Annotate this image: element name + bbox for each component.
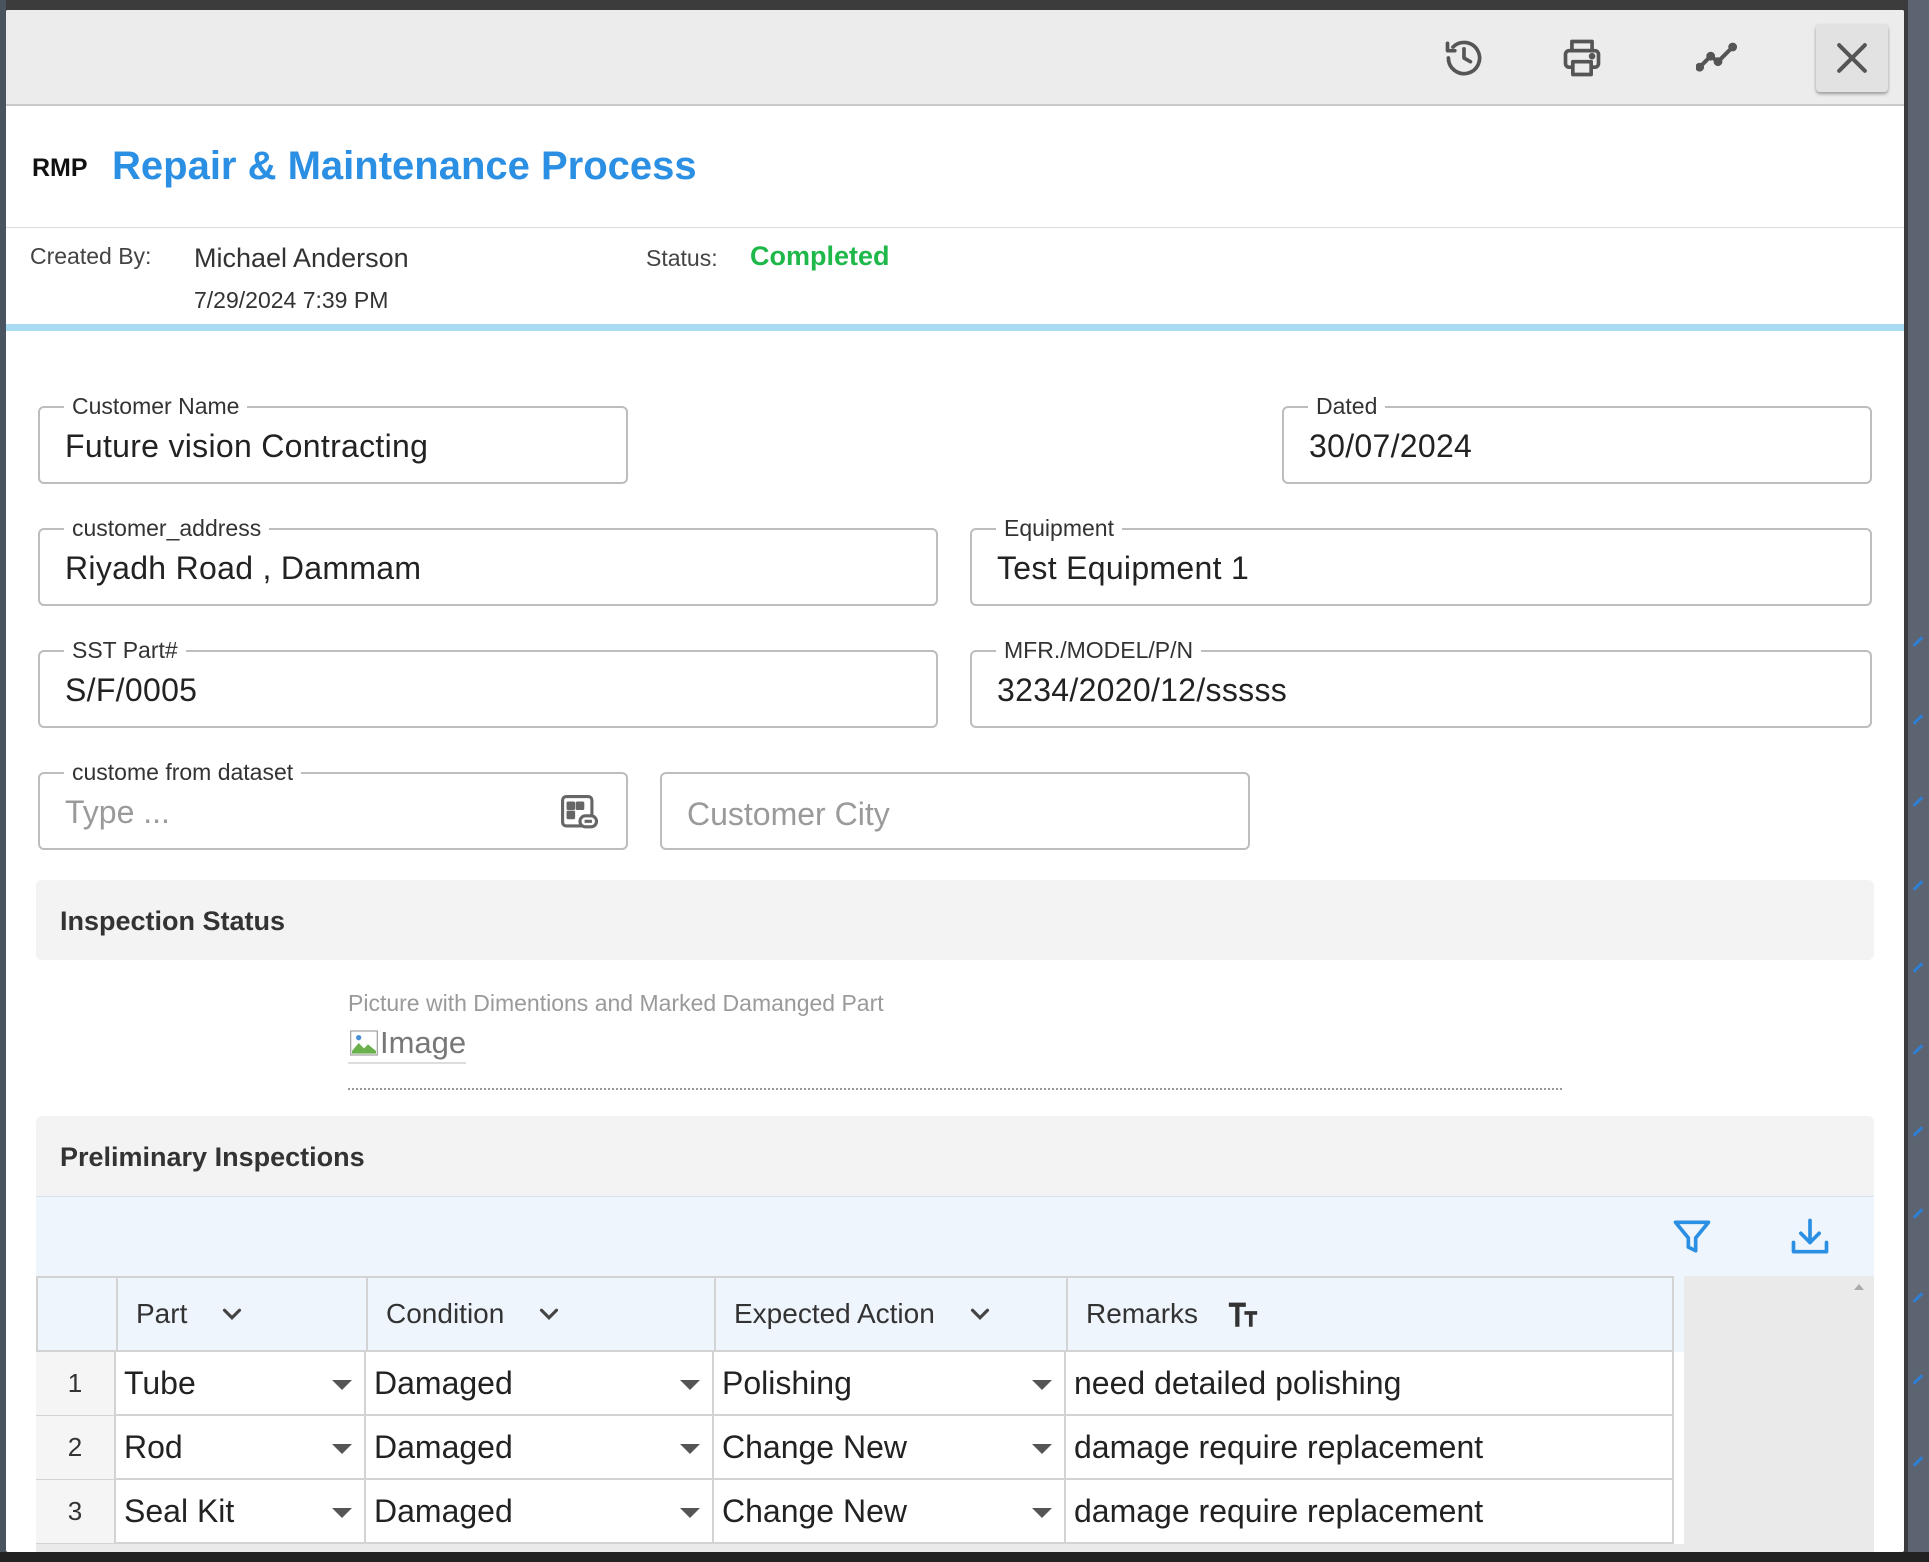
filter-icon[interactable] — [1670, 1215, 1714, 1259]
dated-field[interactable]: Dated 30/07/2024 — [1282, 393, 1872, 484]
chevron-down-icon[interactable] — [217, 1299, 247, 1329]
cell-part[interactable]: Seal Kit — [116, 1480, 366, 1544]
broken-image-icon — [350, 1030, 378, 1056]
trend-button[interactable] — [1682, 24, 1754, 92]
cell-remarks[interactable]: damage require replacement — [1066, 1480, 1674, 1544]
row-number-header — [36, 1276, 116, 1352]
custome-dataset-field[interactable]: custome from dataset Type ... — [38, 759, 628, 850]
chevron-down-icon[interactable] — [965, 1299, 995, 1329]
caret-down-icon[interactable] — [680, 1380, 700, 1390]
caret-down-icon[interactable] — [680, 1508, 700, 1518]
text-size-icon[interactable] — [1226, 1297, 1260, 1331]
row-number: 2 — [36, 1416, 116, 1480]
sst-part-label: SST Part# — [64, 637, 186, 664]
status-label: Status: — [646, 245, 718, 271]
close-icon — [1837, 43, 1867, 73]
sst-part-field[interactable]: SST Part# S/F/0005 — [38, 637, 938, 728]
history-button[interactable] — [1428, 24, 1500, 92]
created-by-name: Michael Anderson — [194, 243, 409, 273]
grid-header-row: Part Condition Expected Action Remarks — [36, 1276, 1684, 1352]
customer-name-value: Future vision Contracting — [65, 428, 429, 464]
grid-toolbar — [36, 1196, 1874, 1276]
sst-part-value: S/F/0005 — [65, 672, 198, 708]
table-row[interactable]: 3 Seal Kit Damaged Change New damage req… — [36, 1480, 1684, 1544]
cell-remarks[interactable]: need detailed polishing — [1066, 1352, 1674, 1416]
caret-down-icon[interactable] — [1032, 1444, 1052, 1454]
trend-icon — [1696, 42, 1738, 72]
picture-field[interactable]: Picture with Dimentions and Marked Daman… — [348, 990, 1562, 1090]
preliminary-inspections-title: Preliminary Inspections — [60, 1142, 365, 1172]
dataset-link-icon[interactable] — [558, 792, 602, 836]
history-icon — [1445, 40, 1482, 76]
title-row: RMP Repair & Maintenance Process — [6, 106, 1904, 228]
print-button[interactable] — [1546, 24, 1618, 92]
customer-address-value: Riyadh Road , Dammam — [65, 550, 422, 586]
rmp-dialog: RMP Repair & Maintenance Process Created… — [6, 10, 1904, 1552]
mfr-model-field[interactable]: MFR./MODEL/P/N 3234/2020/12/sssss — [970, 637, 1872, 728]
backdrop-right — [1908, 0, 1929, 1562]
caret-down-icon[interactable] — [332, 1444, 352, 1454]
customer-city-field[interactable]: Customer City — [660, 772, 1250, 850]
mfr-model-label: MFR./MODEL/P/N — [996, 637, 1202, 664]
print-icon — [1563, 39, 1601, 77]
customer-name-label: Customer Name — [64, 393, 248, 420]
picture-label: Picture with Dimentions and Marked Daman… — [348, 990, 884, 1016]
meta-row: Created By: Michael Anderson 7/29/2024 7… — [6, 229, 1904, 331]
cell-expected-action[interactable]: Change New — [714, 1480, 1066, 1544]
custome-dataset-label: custome from dataset — [64, 759, 302, 786]
customer-city-placeholder: Customer City — [687, 796, 890, 832]
cell-part[interactable]: Tube — [116, 1352, 366, 1416]
equipment-label: Equipment — [996, 515, 1122, 542]
column-header-remarks[interactable]: Remarks — [1066, 1276, 1674, 1352]
cell-condition[interactable]: Damaged — [366, 1416, 714, 1480]
download-icon[interactable] — [1788, 1215, 1832, 1259]
cell-expected-action[interactable]: Change New — [714, 1416, 1066, 1480]
backdrop-bottom — [0, 1552, 1929, 1562]
table-row[interactable]: 1 Tube Damaged Polishing need detailed p… — [36, 1352, 1684, 1416]
table-row[interactable]: 2 Rod Damaged Change New damage require … — [36, 1416, 1684, 1480]
caret-down-icon[interactable] — [680, 1444, 700, 1454]
preliminary-inspections-header[interactable]: Preliminary Inspections — [36, 1116, 1874, 1196]
close-button[interactable] — [1816, 24, 1888, 92]
grid-scroll-up-icon[interactable] — [1854, 1284, 1864, 1290]
dated-label: Dated — [1308, 393, 1386, 420]
status-badge: Completed — [750, 241, 890, 271]
broken-image: Image — [348, 1024, 467, 1064]
custome-dataset-placeholder: Type ... — [65, 794, 170, 830]
row-number: 1 — [36, 1352, 116, 1416]
caret-down-icon[interactable] — [332, 1380, 352, 1390]
equipment-value: Test Equipment 1 — [997, 550, 1250, 586]
cell-expected-action[interactable]: Polishing — [714, 1352, 1066, 1416]
created-at: 7/29/2024 7:39 PM — [194, 287, 389, 313]
customer-address-label: customer_address — [64, 515, 270, 542]
column-header-expected-action[interactable]: Expected Action — [714, 1276, 1066, 1352]
customer-name-field[interactable]: Customer Name Future vision Contracting — [38, 393, 628, 484]
dialog-toolbar — [6, 10, 1904, 106]
cell-part[interactable]: Rod — [116, 1416, 366, 1480]
chevron-down-icon[interactable] — [534, 1299, 564, 1329]
page-title: Repair & Maintenance Process — [112, 144, 697, 188]
inspection-status-header[interactable]: Inspection Status — [36, 880, 1874, 960]
column-header-part[interactable]: Part — [116, 1276, 366, 1352]
cell-condition[interactable]: Damaged — [366, 1480, 714, 1544]
customer-address-field[interactable]: customer_address Riyadh Road , Dammam — [38, 515, 938, 606]
broken-image-alt: Image — [380, 1025, 467, 1060]
caret-down-icon[interactable] — [332, 1508, 352, 1518]
cell-condition[interactable]: Damaged — [366, 1352, 714, 1416]
caret-down-icon[interactable] — [1032, 1508, 1052, 1518]
column-header-condition[interactable]: Condition — [366, 1276, 714, 1352]
equipment-field[interactable]: Equipment Test Equipment 1 — [970, 515, 1872, 606]
row-number: 3 — [36, 1480, 116, 1544]
caret-down-icon[interactable] — [1032, 1380, 1052, 1390]
form-prefix: RMP — [32, 154, 88, 182]
created-by-label: Created By: — [30, 243, 152, 269]
dated-value: 30/07/2024 — [1309, 428, 1473, 464]
preliminary-grid: Part Condition Expected Action Remarks 1 — [36, 1276, 1874, 1552]
inspection-status-title: Inspection Status — [60, 906, 286, 936]
mfr-model-value: 3234/2020/12/sssss — [997, 672, 1288, 708]
cell-remarks[interactable]: damage require replacement — [1066, 1416, 1674, 1480]
